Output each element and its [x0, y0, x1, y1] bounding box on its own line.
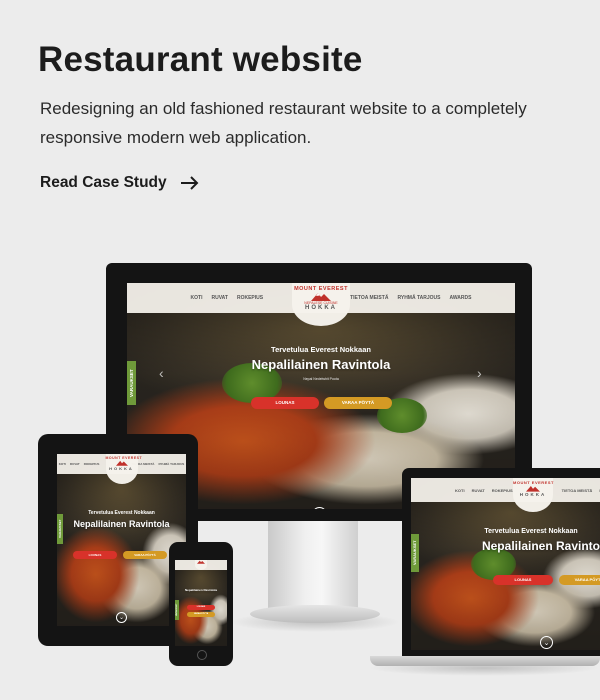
page-description: Redesigning an old fashioned restaurant …: [40, 99, 527, 147]
varaa-poyta-button-tablet[interactable]: VARAA PÖYTÄ: [123, 551, 167, 559]
arrow-right-icon: [180, 176, 199, 190]
varaa-poyta-button-phone[interactable]: VARAA PÖYTÄ: [187, 612, 215, 617]
varaa-poyta-button[interactable]: VARAA PÖYTÄ: [324, 397, 392, 409]
mountain-logo-icon: [526, 486, 540, 492]
site-logo-phone[interactable]: [195, 560, 207, 570]
site-logo[interactable]: MOUNT EVEREST NEPALESE CUISINE HOKKA: [292, 283, 350, 326]
lounas-button-phone[interactable]: LOUNAS: [187, 605, 215, 610]
laptop-device: KOTI RUVAT ROKEPIUS TIETOA MEISTÄ RYHMÄ …: [402, 468, 600, 658]
mountain-logo-icon: [197, 560, 205, 564]
site-subcaption: Nepal Nedelwhit Poota: [303, 377, 339, 381]
website-preview-phone: Nepalilainen Ravintola LOUNAS VARAA PÖYT…: [175, 560, 227, 646]
nav-item-awards[interactable]: AWARDS: [450, 295, 472, 301]
website-preview-tablet: KOTI RUVAT ROKEPIUS TIETOA MEISTÄ RYHMÄ …: [57, 454, 186, 626]
carousel-next-icon[interactable]: ›: [477, 365, 482, 381]
varaa-poyta-button-laptop[interactable]: VARAA PÖYTÄ: [559, 575, 600, 585]
phone-device: Nepalilainen Ravintola LOUNAS VARAA PÖYT…: [169, 542, 233, 666]
laptop-base: [370, 656, 600, 666]
scroll-down-icon[interactable]: ⌄: [540, 636, 553, 649]
lounas-button-tablet[interactable]: LOUNAS: [73, 551, 117, 559]
site-welcome: Tervetulua Everest Nokkaan: [271, 345, 371, 354]
nav-item-koti[interactable]: KOTI: [191, 295, 203, 301]
read-case-study-link[interactable]: Read Case Study: [40, 174, 199, 192]
page-title: Restaurant website: [38, 40, 363, 79]
site-logo-tablet[interactable]: MOUNT EVEREST HOKKA: [105, 454, 142, 484]
nav-item-tietoa[interactable]: TIETOA MEISTÄ: [350, 295, 388, 301]
laptop-screen: KOTI RUVAT ROKEPIUS TIETOA MEISTÄ RYHMÄ …: [411, 478, 600, 650]
lounas-button[interactable]: LOUNAS: [251, 397, 319, 409]
carousel-prev-icon[interactable]: ‹: [159, 365, 164, 381]
reservations-side-tab[interactable]: VARAUKSET: [127, 361, 136, 405]
nav-item-rokepius[interactable]: ROKEPIUS: [237, 295, 263, 301]
site-logo-laptop[interactable]: MOUNT EVEREST HOKKA: [513, 478, 553, 512]
read-case-study-label: Read Case Study: [40, 174, 167, 191]
phone-screen: Nepalilainen Ravintola LOUNAS VARAA PÖYT…: [175, 560, 227, 646]
website-preview-laptop: KOTI RUVAT ROKEPIUS TIETOA MEISTÄ RYHMÄ …: [411, 478, 600, 650]
lounas-button-laptop[interactable]: LOUNAS: [493, 575, 553, 585]
mountain-logo-icon: [311, 293, 331, 301]
monitor-stand: [268, 520, 358, 615]
site-navbar-laptop: KOTI RUVAT ROKEPIUS TIETOA MEISTÄ RYHMÄ …: [411, 478, 600, 502]
monitor-stand-base: [250, 605, 380, 623]
tablet-screen: KOTI RUVAT ROKEPIUS TIETOA MEISTÄ RYHMÄ …: [57, 454, 186, 626]
scroll-down-icon[interactable]: ⌄: [116, 612, 127, 623]
nav-item-ruvat[interactable]: RUVAT: [211, 295, 227, 301]
phone-home-button[interactable]: [197, 650, 207, 660]
nav-item-ryhma[interactable]: RYHMÄ TARJOUS: [397, 295, 440, 301]
site-heading: Nepalilainen Ravintola: [251, 357, 391, 372]
